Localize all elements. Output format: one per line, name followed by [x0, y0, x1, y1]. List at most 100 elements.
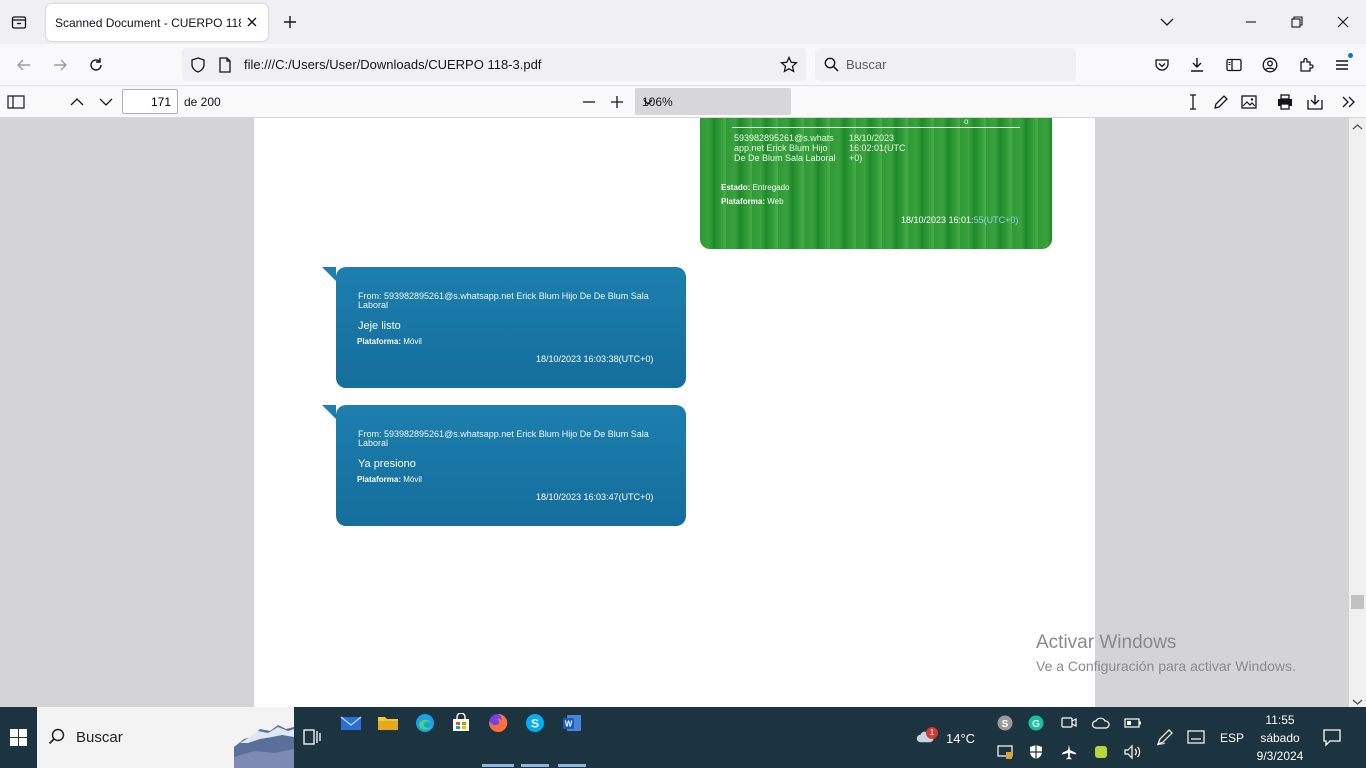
- zoom-in-icon[interactable]: [606, 91, 628, 113]
- print-icon[interactable]: [1274, 91, 1296, 113]
- skype-tray-icon[interactable]: S: [996, 714, 1014, 732]
- platform-line: Plataforma: Web: [721, 197, 784, 206]
- watermark-subtitle: Ve a Configuración para activar Windows.: [1036, 658, 1296, 674]
- status-value: Entregado: [752, 183, 790, 192]
- pen-workspace-icon[interactable]: [1156, 728, 1174, 746]
- restore-icon[interactable]: [1285, 10, 1309, 34]
- back-icon[interactable]: [13, 54, 35, 76]
- network-status-icon[interactable]: [996, 743, 1014, 761]
- weather-temperature[interactable]: 14°C: [946, 731, 975, 746]
- tab-active[interactable]: Scanned Document - CUERPO 118-3.pdf: [46, 4, 268, 41]
- grammarly-icon[interactable]: G: [1027, 714, 1045, 732]
- task-view-icon[interactable]: [300, 725, 324, 749]
- firefox-icon[interactable]: [486, 711, 510, 735]
- active-app-indicator: [482, 764, 514, 767]
- status-line: Estado: Entregado: [721, 183, 790, 192]
- save-icon[interactable]: [1304, 91, 1326, 113]
- account-icon[interactable]: [1259, 54, 1281, 76]
- chat-bubble-received: From: 593982895261@s.whatsapp.net Erick …: [322, 267, 686, 388]
- file-explorer-icon[interactable]: [376, 711, 400, 735]
- recipient-line: app.net Erick Blum Hijo: [734, 143, 828, 153]
- toggle-sidebar-icon[interactable]: [5, 91, 27, 113]
- page-info-icon[interactable]: [218, 57, 232, 76]
- message-timestamp: 18/10/2023 16:03:38(UTC+0): [536, 354, 654, 364]
- close-tab-icon[interactable]: [244, 14, 260, 30]
- circle-mark: o: [964, 118, 969, 126]
- clock[interactable]: 11:55 sábado 9/3/2024: [1252, 711, 1308, 765]
- minimize-icon[interactable]: [1239, 10, 1263, 34]
- close-window-icon[interactable]: [1331, 10, 1355, 34]
- security-shield-icon[interactable]: [1027, 743, 1045, 761]
- recipient-line: 593982895261@s.whats: [734, 133, 834, 143]
- scroll-down-icon[interactable]: [1352, 695, 1363, 707]
- url-text: file:///C:/Users/User/Downloads/CUERPO 1…: [244, 57, 542, 72]
- downloads-icon[interactable]: [1186, 54, 1208, 76]
- more-tools-icon[interactable]: [1338, 91, 1360, 113]
- chat-bubble-sent: o 593982895261@s.whats app.net Erick Blu…: [700, 118, 1052, 249]
- windows-start-icon[interactable]: [0, 707, 37, 768]
- airplane-mode-icon[interactable]: [1060, 743, 1078, 761]
- search-icon: [824, 57, 839, 75]
- image-icon[interactable]: [1238, 91, 1260, 113]
- platform-label: Plataforma:: [357, 337, 402, 346]
- volume-icon[interactable]: [1124, 743, 1142, 761]
- onedrive-icon[interactable]: [1092, 714, 1110, 732]
- clock-date: 9/3/2024: [1256, 749, 1304, 763]
- pdf-viewer[interactable]: o 593982895261@s.whats app.net Erick Blu…: [0, 118, 1366, 707]
- running-app-indicator: [521, 764, 549, 767]
- zoom-select[interactable]: 106%: [635, 88, 791, 115]
- skype-icon[interactable]: S: [523, 711, 547, 735]
- text-cursor-icon[interactable]: [1182, 91, 1204, 113]
- page-total: de 200: [184, 95, 221, 109]
- platform-value: Web: [767, 197, 784, 206]
- taskbar-search-input[interactable]: Buscar: [37, 707, 294, 768]
- edge-icon[interactable]: [413, 711, 437, 735]
- url-bar[interactable]: file:///C:/Users/User/Downloads/CUERPO 1…: [182, 48, 806, 81]
- message-text: Ya presiono: [358, 458, 416, 470]
- reload-icon[interactable]: [85, 54, 107, 76]
- search-placeholder: Buscar: [846, 57, 887, 72]
- input-language[interactable]: ESP: [1220, 731, 1244, 745]
- scroll-up-icon[interactable]: [1352, 120, 1363, 134]
- bookmark-star-icon[interactable]: [780, 55, 798, 77]
- touch-keyboard-icon[interactable]: [1187, 728, 1205, 746]
- watermark-title: Activar Windows: [1036, 632, 1177, 653]
- platform-line: Plataforma: Móvil: [357, 475, 422, 484]
- menu-icon[interactable]: [1331, 53, 1353, 76]
- next-page-icon[interactable]: [95, 91, 117, 113]
- timestamp-tail: 55(UTC+0): [973, 215, 1019, 225]
- navigation-toolbar: file:///C:/Users/User/Downloads/CUERPO 1…: [0, 44, 1366, 86]
- store-icon[interactable]: [449, 711, 473, 735]
- message-text: Jeje listo: [358, 320, 401, 332]
- meet-now-icon[interactable]: [1060, 714, 1078, 732]
- sender-text: From: 593982895261@s.whatsapp.net Erick …: [358, 291, 649, 310]
- chevron-down-icon[interactable]: [1155, 10, 1179, 34]
- forward-icon[interactable]: [49, 54, 71, 76]
- platform-value: Móvil: [403, 337, 422, 346]
- mail-icon[interactable]: [339, 711, 363, 735]
- battery-icon[interactable]: [1124, 714, 1142, 732]
- pocket-icon[interactable]: [1151, 54, 1173, 76]
- svg-text:G: G: [1032, 719, 1040, 730]
- list-all-tabs-icon[interactable]: [8, 12, 30, 32]
- search-input[interactable]: Buscar: [815, 48, 1076, 81]
- vertical-scrollbar[interactable]: [1349, 118, 1366, 707]
- running-app-indicator: [558, 764, 586, 767]
- scrollbar-thumb[interactable]: [1351, 595, 1364, 609]
- draw-icon[interactable]: [1210, 91, 1232, 113]
- new-tab-icon[interactable]: [280, 12, 300, 32]
- app-tray-icon[interactable]: [1092, 743, 1110, 761]
- zoom-out-icon[interactable]: [578, 91, 600, 113]
- shield-icon[interactable]: [190, 57, 206, 76]
- weather-alert-badge: 1: [926, 727, 938, 739]
- sidebar-icon[interactable]: [1223, 54, 1245, 76]
- word-icon[interactable]: W: [560, 711, 584, 735]
- page-number-input[interactable]: [122, 89, 178, 114]
- message-timestamp: 18/10/2023 16:03:47(UTC+0): [536, 492, 654, 502]
- previous-page-icon[interactable]: [66, 91, 88, 113]
- extensions-icon[interactable]: [1295, 54, 1317, 76]
- receipt-time-text: 18/10/2023 16:02:01(UTC +0): [849, 133, 906, 163]
- recipient-line: De De Blum Sala Laboral: [734, 153, 836, 163]
- notification-icon[interactable]: [1322, 727, 1344, 749]
- svg-text:W: W: [565, 720, 573, 729]
